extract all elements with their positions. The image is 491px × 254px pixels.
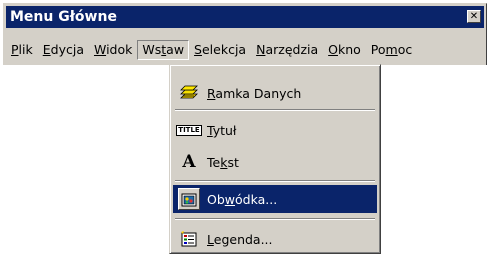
- close-icon: ✕: [469, 10, 479, 22]
- menu-separator: [175, 180, 375, 182]
- app-window: Menu Główne ✕ Plik Edycja Widok Wstaw Se…: [3, 3, 487, 65]
- menu-widok[interactable]: Widok: [89, 40, 137, 60]
- menu-bar: Plik Edycja Widok Wstaw Selekcja Narzędz…: [6, 38, 484, 62]
- data-frame-icon: [178, 82, 200, 104]
- menuitem-tytul[interactable]: TITLE Tytuł: [173, 116, 377, 144]
- title-bar[interactable]: Menu Główne ✕: [6, 6, 484, 28]
- menu-separator: [175, 109, 375, 111]
- menuitem-tekst[interactable]: A Tekst: [173, 148, 377, 176]
- menu-selekcja[interactable]: Selekcja: [189, 40, 251, 60]
- wstaw-dropdown-menu: Ramka Danych TITLE Tytuł A Tekst Obwódka…: [169, 64, 381, 254]
- close-button[interactable]: ✕: [467, 10, 481, 23]
- menuitem-label: Tytuł: [207, 122, 237, 138]
- menu-narzedzia[interactable]: Narzędzia: [251, 40, 323, 60]
- menuitem-label: Obwódka...: [207, 191, 278, 207]
- menu-edycja[interactable]: Edycja: [38, 40, 89, 60]
- window-title: Menu Główne: [10, 9, 117, 25]
- menuitem-label: Ramka Danych: [207, 85, 302, 101]
- menu-separator: [175, 218, 375, 220]
- text-icon: A: [182, 151, 196, 172]
- menuitem-label: Legenda...: [207, 231, 273, 247]
- menuitem-obwodka[interactable]: Obwódka...: [173, 185, 377, 213]
- border-icon: [178, 188, 200, 210]
- menu-plik[interactable]: Plik: [6, 40, 38, 60]
- menu-okno[interactable]: Okno: [323, 40, 366, 60]
- menuitem-label: Tekst: [207, 154, 239, 170]
- menu-wstaw[interactable]: Wstaw: [137, 40, 190, 60]
- menu-pomoc[interactable]: Pomoc: [366, 40, 417, 60]
- menuitem-legenda[interactable]: Legenda...: [173, 225, 377, 253]
- title-icon: TITLE: [176, 124, 202, 136]
- menuitem-ramka-danych[interactable]: Ramka Danych: [173, 79, 377, 107]
